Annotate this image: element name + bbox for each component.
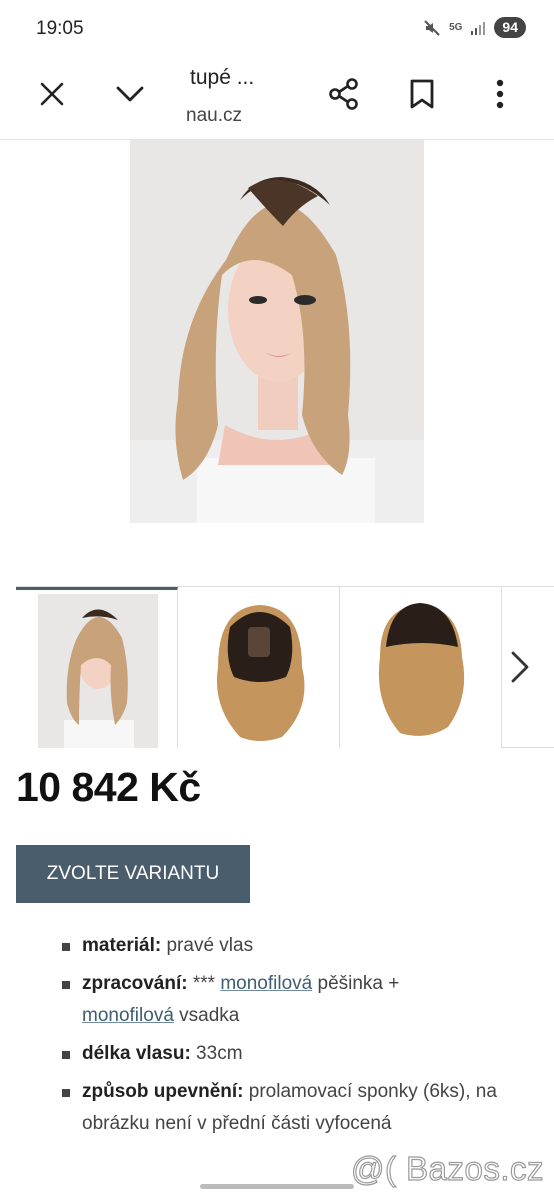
browser-top-bar: tupé ... nau.cz (0, 58, 554, 140)
wig-photo (130, 140, 424, 523)
signal-icon (470, 20, 486, 36)
page-title: tupé ... (190, 66, 255, 89)
spec-value: 33cm (190, 1043, 243, 1064)
chevron-right-icon (511, 651, 529, 683)
status-time: 19:05 (36, 18, 84, 39)
thumbnail-3[interactable] (340, 587, 502, 748)
home-indicator (200, 1184, 354, 1189)
share-button[interactable] (320, 70, 368, 118)
product-main-image[interactable] (130, 140, 424, 523)
spec-label: délka vlasu: (82, 1043, 191, 1064)
spec-label: způsob upevnění: (82, 1081, 244, 1102)
thumbnail-next-button[interactable] (502, 643, 538, 691)
spec-item-hair-length: délka vlasu: 33cm (62, 1038, 542, 1070)
more-vert-icon (496, 79, 504, 109)
spec-item-processing: zpracování: *** monofilová pěšinka + mon… (62, 968, 542, 1032)
close-button[interactable] (28, 70, 76, 118)
collapse-button[interactable] (106, 70, 154, 118)
share-icon (329, 78, 358, 110)
bullet-icon (62, 1089, 70, 1097)
thumbnail-image-2 (178, 587, 339, 745)
spec-item-material: materiál: pravé vlas (62, 930, 542, 962)
thumbnail-2[interactable] (178, 587, 340, 748)
status-icons: 5G 94 (423, 17, 526, 38)
more-options-button[interactable] (476, 70, 524, 118)
thumbnail-image-1 (16, 590, 177, 748)
monofilament-link[interactable]: monofilová (82, 1005, 174, 1026)
bullet-icon (62, 943, 70, 951)
spec-label: zpracování: (82, 973, 188, 994)
monofilament-link[interactable]: monofilová (220, 973, 312, 994)
bookmark-button[interactable] (398, 70, 446, 118)
network-label: 5G (449, 21, 463, 33)
status-bar: 19:05 5G 94 (0, 0, 554, 58)
spec-list: materiál: pravé vlas zpracování: *** mon… (62, 930, 542, 1146)
spec-item-attachment: způsob upevnění: prolamovací sponky (6ks… (62, 1076, 542, 1140)
spec-label: materiál: (82, 935, 162, 956)
spec-value-post: vsadka (173, 1005, 240, 1026)
choose-variant-button[interactable]: ZVOLTE VARIANTU (16, 845, 250, 903)
battery-badge: 94 (494, 17, 526, 38)
thumbnail-1[interactable] (16, 587, 178, 748)
bookmark-icon (410, 79, 434, 109)
chevron-down-icon (116, 86, 144, 102)
product-price: 10 842 Kč (16, 764, 201, 810)
bazos-watermark: @( Bazos.cz (350, 1149, 544, 1187)
spec-value-pre: *** (187, 973, 221, 994)
bullet-icon (62, 981, 70, 989)
bullet-icon (62, 1051, 70, 1059)
thumbnail-strip (16, 586, 554, 748)
thumbnail-image-3 (340, 587, 501, 745)
close-icon (40, 82, 64, 106)
spec-value-mid: pěšinka + (312, 973, 400, 994)
spec-value: pravé vlas (161, 935, 254, 956)
mute-icon (423, 19, 441, 37)
page-url: nau.cz (186, 105, 242, 126)
